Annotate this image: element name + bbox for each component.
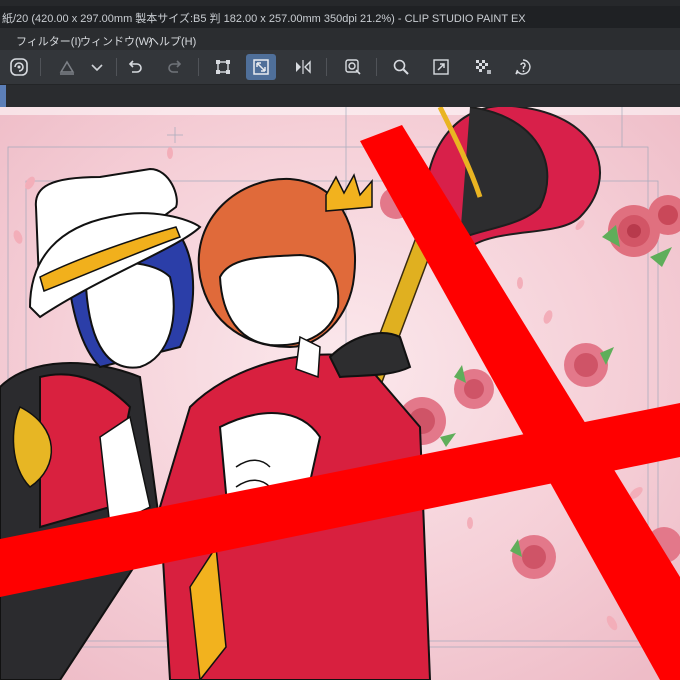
transparency-grid-button[interactable] bbox=[468, 54, 498, 80]
expand-button[interactable] bbox=[426, 54, 456, 80]
fit-canvas-icon bbox=[253, 59, 269, 75]
canvas-top-margin bbox=[0, 107, 680, 115]
select-layer-icon bbox=[345, 59, 361, 75]
fill-dropdown-button[interactable] bbox=[82, 54, 112, 80]
title-bar-top-strip bbox=[0, 0, 680, 6]
menu-window[interactable]: ウィンドウ(W) bbox=[80, 33, 153, 49]
transform-icon bbox=[216, 60, 230, 74]
zoom-icon bbox=[393, 59, 409, 75]
undo-button[interactable] bbox=[120, 54, 150, 80]
window-title: 紙/20 (420.00 x 297.00mm 製本サイズ:B5 判 182.0… bbox=[2, 13, 526, 25]
toolbar-separator bbox=[376, 58, 377, 76]
menu-filter[interactable]: フィルター(I) bbox=[16, 33, 81, 49]
canvas-area[interactable] bbox=[0, 107, 680, 680]
toolbar-separator bbox=[198, 58, 199, 76]
expand-icon bbox=[433, 59, 449, 75]
transparency-grid-icon bbox=[476, 60, 491, 74]
toolbar-separator bbox=[326, 58, 327, 76]
toolbar-separator bbox=[116, 58, 117, 76]
fit-canvas-button[interactable] bbox=[246, 54, 276, 80]
select-layer-button[interactable] bbox=[338, 54, 368, 80]
fill-icon bbox=[59, 60, 75, 75]
canvas-artwork bbox=[0, 107, 680, 680]
fill-button[interactable] bbox=[52, 54, 82, 80]
transform-button[interactable] bbox=[208, 54, 238, 80]
clip-studio-icon bbox=[10, 58, 28, 76]
zoom-button[interactable] bbox=[386, 54, 416, 80]
toolbar-separator bbox=[40, 58, 41, 76]
dropdown-chevron-icon bbox=[91, 64, 103, 72]
help-icon bbox=[515, 59, 531, 75]
help-button[interactable] bbox=[508, 54, 538, 80]
clip-studio-button[interactable] bbox=[4, 54, 34, 80]
redo-button[interactable] bbox=[160, 54, 190, 80]
undo-icon bbox=[128, 60, 142, 73]
menu-help[interactable]: ヘルプ(H) bbox=[148, 33, 196, 49]
flip-horizontal-icon bbox=[296, 60, 311, 74]
flip-horizontal-button[interactable] bbox=[288, 54, 318, 80]
command-bar bbox=[0, 50, 680, 85]
active-tab-marker[interactable] bbox=[0, 85, 6, 107]
redo-icon bbox=[168, 60, 182, 73]
menu-bar: フィルター(I) ウィンドウ(W) ヘルプ(H) bbox=[0, 28, 680, 50]
title-bar: 紙/20 (420.00 x 297.00mm 製本サイズ:B5 判 182.0… bbox=[0, 0, 680, 28]
canvas-tab-strip bbox=[0, 85, 680, 107]
